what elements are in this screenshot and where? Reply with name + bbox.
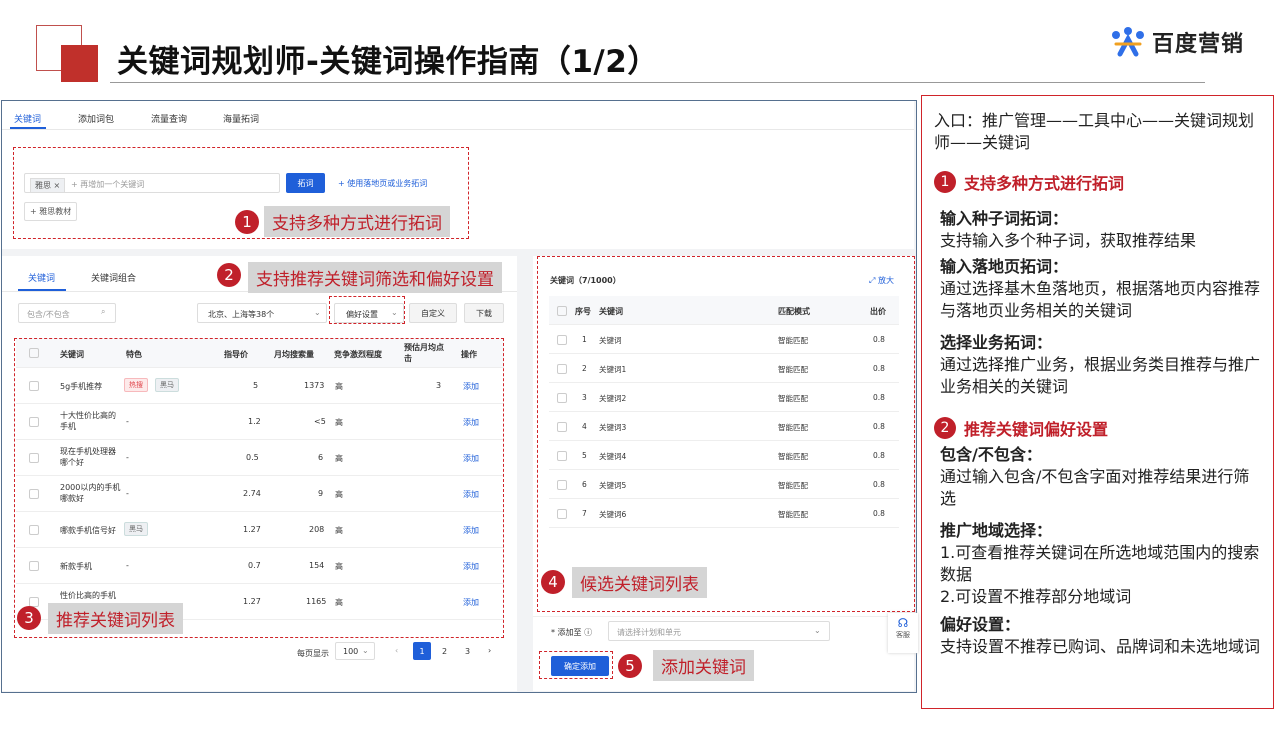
next-page-icon[interactable]: › bbox=[488, 646, 491, 655]
tab-traffic-query[interactable]: 流量查询 bbox=[151, 112, 187, 125]
tab-keywords[interactable]: 关键词 bbox=[14, 112, 41, 125]
download-button[interactable]: 下载 bbox=[464, 303, 504, 323]
page-1[interactable]: 1 bbox=[413, 642, 431, 660]
plan-unit-placeholder: 请选择计划和单元 bbox=[617, 628, 681, 637]
page-2[interactable]: 2 bbox=[442, 647, 447, 656]
app-screenshot: 关键词 添加词包 流量查询 海量拓词 雅思 × + 再增加一个关键词 拓词 + … bbox=[1, 100, 918, 693]
title-divider bbox=[110, 82, 1205, 83]
callout-4: 候选关键词列表 bbox=[572, 567, 707, 598]
callout-2: 支持推荐关键词筛选和偏好设置 bbox=[248, 262, 502, 293]
subtab-keywords[interactable]: 关键词 bbox=[28, 271, 55, 284]
guide-text-region-1: 1.可查看推荐关键词在所选地域范围内的搜索数据 bbox=[940, 543, 1260, 584]
guide-heading-region: 推广地域选择： bbox=[940, 521, 1053, 540]
guide-text-business: 通过选择推广业务，根据业务类目推荐与推广业务相关的关键词 bbox=[940, 355, 1261, 396]
callout-badge-1: 1 bbox=[235, 210, 259, 234]
baidu-marketing-logo-icon bbox=[1112, 27, 1144, 57]
section-1-title: 支持多种方式进行拓词 bbox=[964, 174, 1125, 193]
guide-text-preference: 支持设置不推荐已购词、品牌词和未选地域词 bbox=[940, 637, 1261, 656]
callout-badge-4: 4 bbox=[541, 570, 565, 594]
guide-panel: 入口：推广管理——工具中心——关键词规划师——关键词 1 支持多种方式进行拓词 … bbox=[921, 95, 1274, 709]
include-filter-input[interactable]: 包含/不包含 ⌕ bbox=[18, 303, 116, 323]
custom-button[interactable]: 自定义 bbox=[409, 303, 457, 323]
section-1-heading: 1 支持多种方式进行拓词 bbox=[934, 170, 1261, 194]
guide-text-landing: 通过选择基木鱼落地页，根据落地页内容推荐与落地页业务相关的关键词 bbox=[940, 279, 1261, 320]
baidu-logo: 百度营销 bbox=[1110, 26, 1244, 58]
guide-text-region-2: 2.可设置不推荐部分地域词 bbox=[940, 587, 1132, 606]
guide-text-seed: 支持输入多个种子词，获取推荐结果 bbox=[940, 231, 1197, 250]
search-icon: ⌕ bbox=[101, 307, 106, 316]
customer-service-label: 客服 bbox=[896, 631, 910, 639]
callout-badge-3: 3 bbox=[17, 606, 41, 630]
logo-text: 百度营销 bbox=[1152, 32, 1245, 57]
guide-text-include: 通过输入包含/不包含字面对推荐结果进行筛选 bbox=[940, 467, 1250, 508]
decor-square-filled bbox=[61, 45, 98, 82]
entry-path: 入口：推广管理——工具中心——关键词规划师——关键词 bbox=[934, 111, 1255, 152]
highlight-recommend-list bbox=[14, 338, 504, 638]
guide-heading-include: 包含/不包含： bbox=[940, 445, 1042, 464]
section-badge-1: 1 bbox=[934, 171, 956, 193]
guide-heading-landing: 输入落地页拓词： bbox=[940, 257, 1069, 276]
guide-block-landing: 输入落地页拓词： 通过选择基木鱼落地页，根据落地页内容推荐与落地页业务相关的关键… bbox=[940, 256, 1261, 322]
callout-badge-2: 2 bbox=[217, 263, 241, 287]
section-2-title: 推荐关键词偏好设置 bbox=[964, 420, 1109, 439]
callout-3: 推荐关键词列表 bbox=[48, 603, 183, 634]
guide-block-preference: 偏好设置： 支持设置不推荐已购词、品牌词和未选地域词 bbox=[940, 614, 1261, 658]
guide-block-region: 推广地域选择： 1.可查看推荐关键词在所选地域范围内的搜索数据 2.可设置不推荐… bbox=[940, 520, 1261, 608]
plan-unit-select[interactable]: 请选择计划和单元 ⌄ bbox=[608, 621, 830, 641]
callout-1: 支持多种方式进行拓词 bbox=[264, 206, 450, 237]
guide-block-include: 包含/不包含： 通过输入包含/不包含字面对推荐结果进行筛选 bbox=[940, 444, 1261, 510]
page-size-value: 100 bbox=[343, 647, 359, 656]
page-3[interactable]: 3 bbox=[465, 647, 470, 656]
tab-add-package[interactable]: 添加词包 bbox=[78, 112, 114, 125]
section-2-heading: 2 推荐关键词偏好设置 bbox=[934, 416, 1261, 440]
region-select[interactable]: 北京、上海等38个 ⌄ bbox=[197, 303, 327, 323]
customer-service-button[interactable]: ☊ 客服 bbox=[888, 613, 918, 653]
include-placeholder: 包含/不包含 bbox=[27, 310, 70, 319]
guide-heading-business: 选择业务拓词： bbox=[940, 333, 1053, 352]
region-value: 北京、上海等38个 bbox=[208, 310, 275, 319]
chevron-down-icon: ⌄ bbox=[814, 626, 821, 635]
callout-badge-5: 5 bbox=[618, 654, 642, 678]
add-to-label: * 添加至 ⓘ bbox=[551, 628, 593, 637]
headset-icon: ☊ bbox=[897, 616, 909, 630]
highlight-candidate-list bbox=[537, 256, 915, 612]
page-size-select[interactable]: 100 ⌄ bbox=[335, 642, 375, 660]
subtab-keyword-combo[interactable]: 关键词组合 bbox=[91, 271, 136, 284]
highlight-preference bbox=[329, 296, 405, 324]
chevron-down-icon: ⌄ bbox=[314, 308, 321, 317]
slide-title: 关键词规划师-关键词操作指南（1/2） bbox=[117, 44, 659, 80]
page-size-label: 每页显示 bbox=[297, 649, 329, 658]
section-badge-2: 2 bbox=[934, 417, 956, 439]
callout-5: 添加关键词 bbox=[653, 650, 754, 681]
candidate-divider bbox=[533, 616, 914, 617]
prev-page-icon[interactable]: ‹ bbox=[395, 646, 398, 655]
guide-block-business: 选择业务拓词： 通过选择推广业务，根据业务类目推荐与推广业务相关的关键词 bbox=[940, 332, 1261, 398]
guide-heading-preference: 偏好设置： bbox=[940, 615, 1021, 634]
add-to-label-text: * 添加至 bbox=[551, 628, 582, 637]
tab-divider bbox=[2, 129, 914, 130]
chevron-down-icon: ⌄ bbox=[362, 646, 369, 655]
highlight-confirm-add bbox=[539, 651, 613, 679]
tab-massive-expand[interactable]: 海量拓词 bbox=[223, 112, 259, 125]
guide-block-seed: 输入种子词拓词： 支持输入多个种子词，获取推荐结果 bbox=[940, 208, 1261, 252]
guide-heading-seed: 输入种子词拓词： bbox=[940, 209, 1069, 228]
